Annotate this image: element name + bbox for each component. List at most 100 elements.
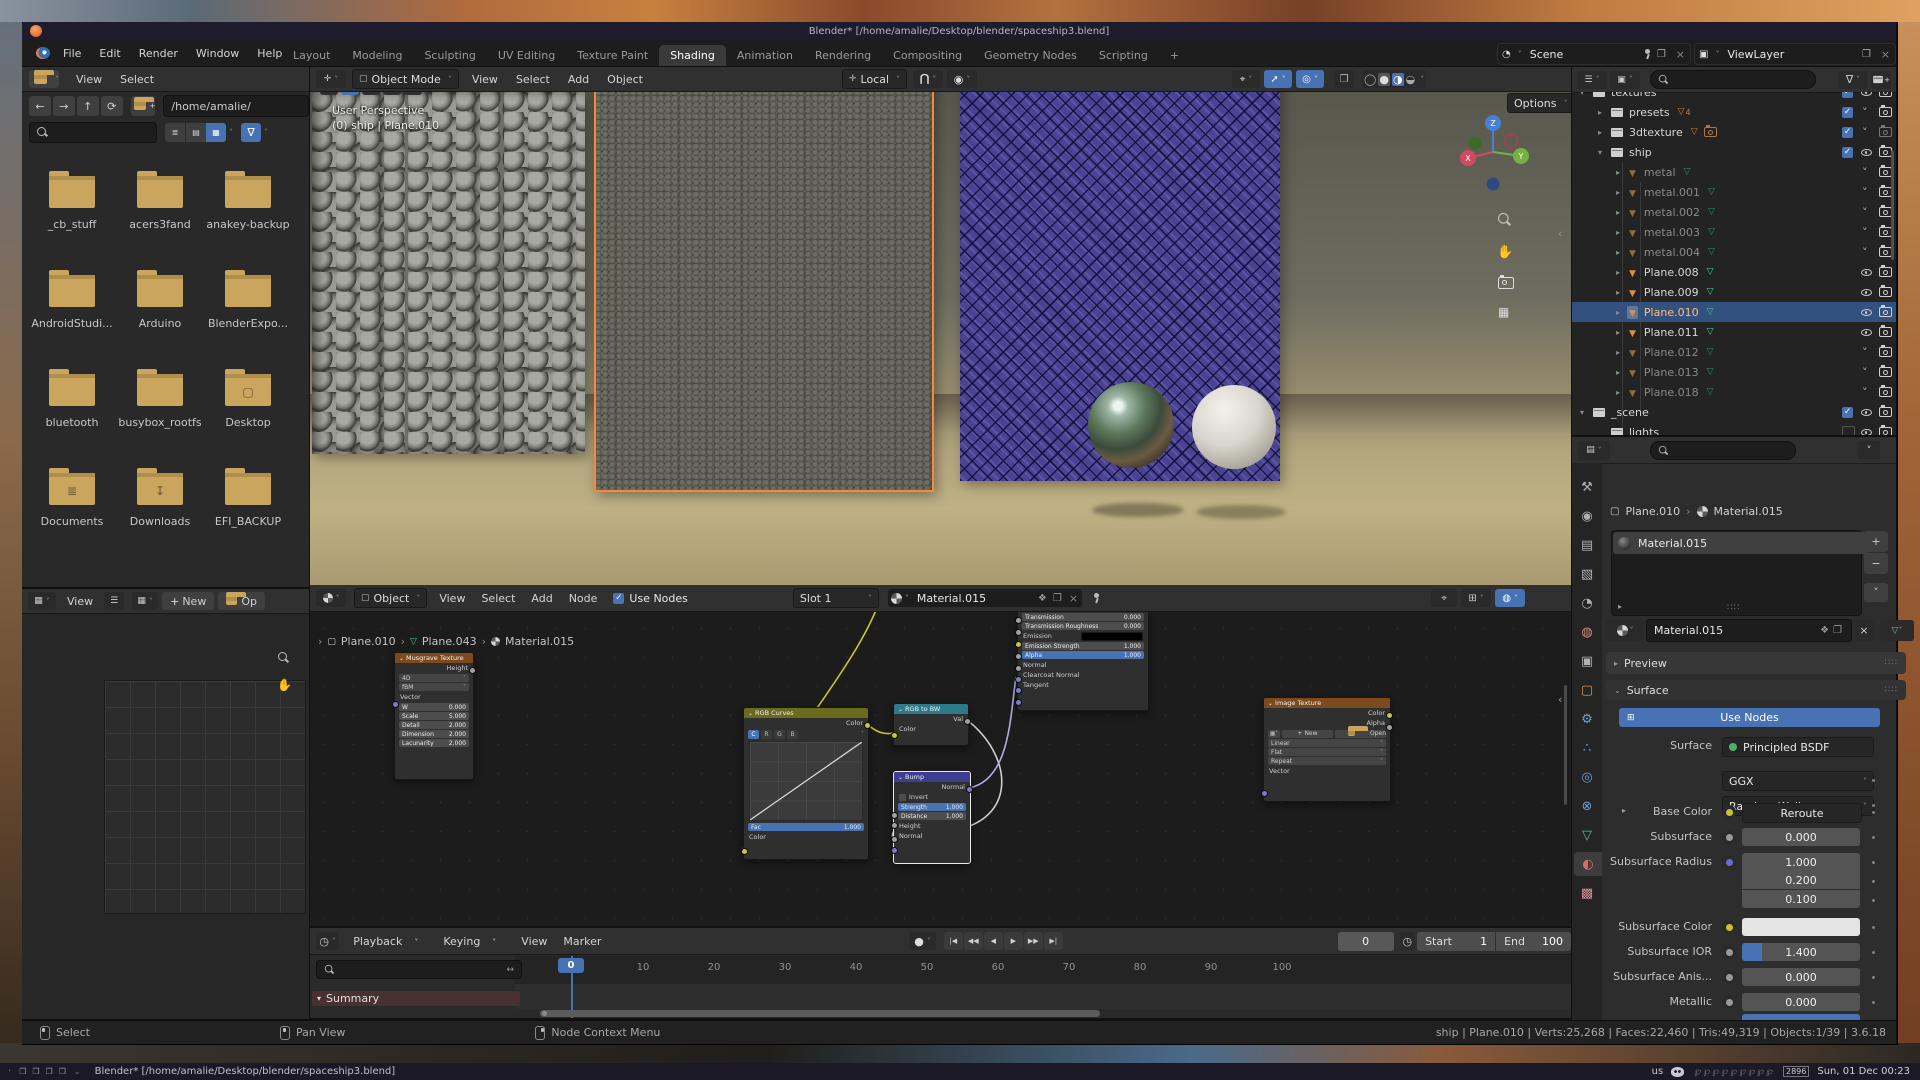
outliner-row[interactable]: ▾textures✓ (1572, 92, 1896, 102)
node-param-slider[interactable]: Emission Strength1.000 (1022, 642, 1144, 650)
outliner-row[interactable]: ▸▼metal.001▽˅ (1572, 182, 1896, 202)
expand-arrow-icon[interactable]: ▸ (1616, 308, 1626, 317)
outliner-item-label[interactable]: lights (1629, 426, 1659, 436)
render-visibility-icon[interactable] (1879, 267, 1892, 277)
copy-icon[interactable]: ❐ (1652, 49, 1671, 60)
folder-item[interactable]: ↧Downloads (116, 473, 204, 528)
menu-file[interactable]: File (54, 47, 90, 60)
property-slider[interactable]: 1.000 (1742, 853, 1860, 871)
tab-render[interactable]: ◉ (1574, 504, 1600, 528)
property-slider[interactable]: 0.100 (1742, 890, 1860, 908)
menu-edit[interactable]: Edit (90, 47, 129, 60)
outliner-row[interactable]: ▸▼Plane.018▽˅ (1572, 382, 1896, 402)
hamburger-menu-icon[interactable]: ☰ (104, 592, 124, 610)
close-icon[interactable]: × (1876, 48, 1895, 61)
node-image-texture[interactable]: ⌄Image Texture Color Alpha ▦˅ + New Open… (1263, 697, 1391, 802)
editor-type-button[interactable]: ✛˅ (316, 70, 346, 88)
shader-scrollbar[interactable] (1564, 685, 1567, 805)
outliner-row[interactable]: ▸▼Plane.010▽ (1572, 302, 1896, 322)
surface-panel-header[interactable]: ⌄Surface ∷∷ (1606, 680, 1906, 700)
shader-type-dropdown[interactable]: ▢Object˅ (354, 588, 427, 608)
camera-view-icon[interactable] (1498, 277, 1514, 292)
folder-item[interactable]: ▢Desktop (204, 374, 292, 429)
eye-closed-icon[interactable]: ˅ (1862, 246, 1868, 259)
use-nodes-checkbox[interactable]: ✓Use Nodes (613, 592, 688, 605)
menu-render[interactable]: Render (130, 47, 187, 60)
tab-shading[interactable]: Shading (659, 45, 726, 66)
property-slider[interactable]: 1.400 (1742, 943, 1860, 961)
timeline-scrollbar[interactable] (540, 1010, 1100, 1017)
pivot-point-icon[interactable]: ⌖˅ (1232, 70, 1260, 88)
outliner-row[interactable]: ▸▼Plane.011▽ (1572, 322, 1896, 342)
tab-+[interactable]: + (1159, 45, 1190, 66)
node-param-slider[interactable]: Transmission0.000 (1022, 613, 1144, 621)
render-visibility-icon[interactable] (1879, 347, 1892, 357)
outliner-item-label[interactable]: Plane.009 (1644, 286, 1699, 299)
menu-select[interactable]: Select (111, 73, 163, 86)
folder-item[interactable]: Arduino (116, 275, 204, 330)
node-color-row[interactable]: Emission (1018, 631, 1148, 641)
eye-open-icon[interactable] (1861, 287, 1872, 298)
tab-world[interactable]: ◍ (1574, 620, 1600, 644)
outliner-item-label[interactable]: textures (1611, 92, 1656, 99)
snap-icon[interactable]: ⌖ (1431, 589, 1457, 607)
view-layer-selector[interactable]: ▣˅ ViewLayer ❐ × (1694, 43, 1896, 65)
eye-open-icon[interactable] (1861, 427, 1872, 436)
property-slider[interactable]: 0.000 (1742, 993, 1860, 1011)
clock[interactable]: Sun, 01 Dec 00:23 (1817, 1066, 1910, 1077)
editor-type-button[interactable]: ▤˅ (1578, 441, 1610, 460)
menu-keying[interactable]: Keying˅ (435, 935, 513, 948)
collapse-arrow-icon[interactable]: ‹ (1558, 227, 1562, 240)
render-visibility-icon[interactable] (1879, 427, 1892, 435)
material-browse-button[interactable]: ˅ (1606, 620, 1644, 641)
keyframe-dot[interactable] (1872, 861, 1875, 864)
specials-button[interactable]: ▽˅ (1880, 620, 1914, 641)
curve-channel-c[interactable]: C (748, 730, 759, 739)
expand-arrow-icon[interactable]: ▸ (1616, 368, 1626, 377)
outliner-row[interactable]: ▾_scene✓ (1572, 402, 1896, 422)
menu-add[interactable]: Add (559, 73, 598, 86)
render-visibility-icon[interactable] (1879, 387, 1892, 397)
collection-checkbox[interactable]: ✓ (1842, 147, 1853, 158)
outliner-row[interactable]: ▸▼metal▽˅ (1572, 162, 1896, 182)
eye-open-icon[interactable] (1861, 327, 1872, 338)
folder-item[interactable]: EFI_BACKUP (204, 473, 292, 528)
wireframe-shading-icon[interactable]: ◯ (1364, 73, 1376, 86)
search-input[interactable] (29, 122, 157, 143)
expand-arrow-icon[interactable]: ▾ (1598, 148, 1608, 157)
keyframe-dot[interactable] (1872, 811, 1875, 814)
render-visibility-icon[interactable] (1879, 127, 1892, 137)
eye-closed-icon[interactable]: ˅ (1862, 106, 1868, 119)
scene-selector[interactable]: ◔˅ Scene ❐ × (1497, 43, 1691, 65)
unlink-button[interactable]: × (1854, 620, 1874, 641)
open-image-button[interactable]: Op (218, 592, 265, 610)
keyframe-dot[interactable] (1872, 926, 1875, 929)
discord-icon[interactable] (1671, 1067, 1684, 1077)
outliner-row[interactable]: ▸▼metal.002▽˅ (1572, 202, 1896, 222)
resize-arrows-icon[interactable]: ↔ (506, 965, 514, 975)
tab-modifiers[interactable]: ⚙ (1574, 707, 1600, 731)
play-reverse-button[interactable]: ◀ (984, 932, 1003, 950)
new-collection-button[interactable]: + (1871, 71, 1891, 89)
expand-triangle-icon[interactable]: ▸ (1618, 602, 1622, 611)
tab-collection[interactable]: ▣ (1574, 649, 1600, 673)
invert-checkbox[interactable] (899, 794, 906, 801)
material-name[interactable]: Material.015 (909, 592, 1035, 605)
curve-fac-slider[interactable]: Fac1.000 (748, 823, 864, 831)
expand-arrow-icon[interactable]: ▾ (1580, 92, 1590, 97)
filter-toggle-button[interactable]: ∇ (241, 123, 261, 142)
blender-icon[interactable] (36, 47, 50, 59)
outliner-row[interactable]: ▸▼Plane.008▽ (1572, 262, 1896, 282)
use-nodes-button[interactable]: ⊞ Use Nodes (1619, 708, 1880, 727)
tab-texture[interactable]: ▩ (1574, 881, 1600, 905)
render-visibility-icon[interactable] (1879, 327, 1892, 337)
tab-tool[interactable]: ⚒ (1574, 475, 1600, 499)
forward-button[interactable]: → (53, 96, 75, 116)
outliner-search-input[interactable] (1650, 70, 1816, 89)
sync-icon-button[interactable]: ▣˅ (1610, 71, 1640, 89)
menu-view[interactable]: View (431, 592, 473, 605)
node-param-slider[interactable]: W0.000 (399, 703, 469, 711)
workspace-3-icon[interactable]: ❐ (46, 1067, 53, 1076)
menu-add[interactable]: Add (523, 592, 560, 605)
expander-arrow-icon[interactable]: ▸ (1622, 806, 1626, 815)
